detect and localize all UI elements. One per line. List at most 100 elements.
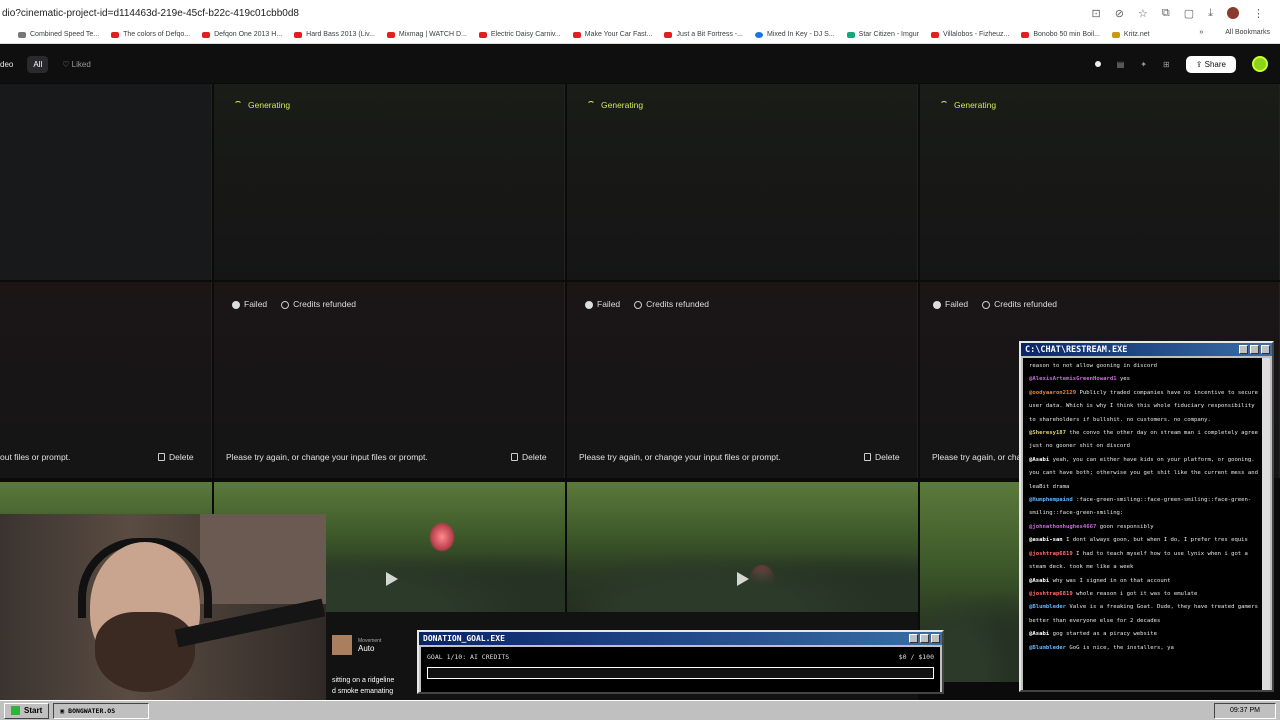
video-card-failed[interactable]: Failed Credits refunded Please try again… bbox=[567, 282, 918, 478]
close-icon[interactable] bbox=[931, 634, 940, 643]
chat-message: @asabi-san I dont always goon, but when … bbox=[1029, 534, 1260, 547]
profile-avatar[interactable] bbox=[1227, 7, 1239, 19]
play-icon[interactable] bbox=[386, 572, 398, 586]
prompt-caption: sitting on a ridgeline d smoke emanating bbox=[332, 677, 395, 695]
delete-button[interactable]: Delete bbox=[511, 452, 547, 462]
taskbar-item[interactable]: ▣ BONGWATER.OS bbox=[53, 702, 150, 719]
bookmark-item[interactable]: Hard Bass 2013 (Liv... bbox=[294, 31, 375, 38]
share-button[interactable]: ⇪ Share bbox=[1185, 55, 1236, 73]
bookmark-item[interactable]: Combined Speed Te... bbox=[18, 31, 99, 38]
youtube-icon bbox=[930, 31, 939, 38]
chat-message: @oodyaaron2129 Publicly traded companies… bbox=[1029, 387, 1260, 427]
bookmark-item[interactable]: Mixed In Key - DJ S... bbox=[754, 31, 835, 38]
eye-off-icon[interactable]: ⊘ bbox=[1115, 7, 1124, 20]
install-icon[interactable]: ⊡ bbox=[1092, 7, 1101, 20]
bookmarks-bar: Combined Speed Te... The colors of Defqo… bbox=[0, 26, 1280, 44]
chat-text: yeah, you can either have kids on your p… bbox=[1029, 456, 1259, 490]
minimize-icon[interactable] bbox=[909, 634, 918, 643]
bookmark-item[interactable]: Bonobo 50 min Boil... bbox=[1021, 31, 1100, 38]
chat-window: C:\CHAT\RESTREAM.EXE reason to not allow… bbox=[1019, 341, 1274, 692]
windows-logo-icon bbox=[11, 706, 20, 715]
bookmark-item[interactable]: The colors of Defqo... bbox=[111, 31, 190, 38]
album-art bbox=[332, 635, 352, 655]
video-card-failed[interactable]: out files or prompt. Delete bbox=[0, 282, 212, 478]
taskbar: Start ▣ BONGWATER.OS 09:37 PM bbox=[0, 700, 1280, 720]
video-card-failed[interactable]: Failed Credits refunded Please try again… bbox=[214, 282, 565, 478]
tab-liked[interactable]: ♡ Liked bbox=[62, 60, 91, 69]
chat-message: @Sheresy187 the convo the other day on s… bbox=[1029, 427, 1260, 454]
delete-button[interactable]: Delete bbox=[158, 452, 194, 462]
app-icon: ▣ bbox=[60, 706, 65, 715]
delete-button[interactable]: Delete bbox=[864, 452, 900, 462]
more-bookmarks-icon[interactable]: » bbox=[1199, 29, 1203, 36]
generating-status: Generating bbox=[234, 100, 290, 110]
youtube-icon bbox=[294, 31, 303, 38]
error-icon bbox=[232, 300, 240, 309]
minimize-icon[interactable] bbox=[1239, 345, 1248, 354]
start-button[interactable]: Start bbox=[4, 702, 50, 719]
youtube-icon bbox=[664, 31, 673, 38]
chat-message: @Blumbleder Valve is a freaking Goat. Du… bbox=[1029, 601, 1260, 628]
chat-message: @AlexisArtemisGreenHoward1 yes bbox=[1029, 373, 1260, 386]
chat-message: @Asabi why was I signed in on that accou… bbox=[1029, 575, 1260, 588]
chat-username: @Sheresy187 bbox=[1029, 430, 1067, 437]
chat-username: @oodyaaron2129 bbox=[1029, 389, 1077, 396]
grid-small-icon[interactable]: ▤ bbox=[1117, 60, 1125, 69]
chat-message: @Humphempaind :face-green-smiling::face-… bbox=[1029, 494, 1260, 521]
video-card[interactable]: Generating bbox=[920, 84, 1280, 280]
spinner-icon bbox=[234, 101, 242, 109]
bookmark-item[interactable]: Star Citizen - Imgur bbox=[846, 31, 919, 38]
play-icon[interactable] bbox=[737, 572, 749, 586]
failure-status: Failed Credits refunded bbox=[585, 299, 709, 309]
retry-message: out files or prompt. bbox=[0, 452, 71, 462]
bookmark-item[interactable]: Defqon One 2013 H... bbox=[202, 31, 282, 38]
tab-all[interactable]: All bbox=[27, 55, 49, 73]
grid-icon[interactable]: ⊞ bbox=[1163, 60, 1170, 69]
browser-address-bar[interactable]: dio?cinematic-project-id=d114463d-219e-4… bbox=[0, 0, 1280, 26]
bookmark-favicon-icon bbox=[1111, 31, 1120, 38]
chat-text: gog started as a piracy website bbox=[1052, 631, 1157, 638]
close-icon[interactable] bbox=[1261, 345, 1270, 354]
donation-progress-bar bbox=[427, 667, 934, 679]
star-icon[interactable]: ☆ bbox=[1138, 7, 1148, 20]
user-avatar[interactable] bbox=[1252, 56, 1268, 72]
extensions-icon[interactable]: ⧉ bbox=[1162, 7, 1170, 20]
chat-username: @joshtrap6819 bbox=[1029, 590, 1073, 597]
imgur-icon bbox=[846, 31, 855, 38]
tab-search-icon[interactable]: ▢ bbox=[1184, 7, 1194, 20]
bookmark-item[interactable]: Villalobos - Fizheuz... bbox=[930, 31, 1009, 38]
bookmark-item[interactable]: Just a Bit Fortress -... bbox=[664, 31, 743, 38]
url-text[interactable]: dio?cinematic-project-id=d114463d-219e-4… bbox=[2, 8, 1092, 19]
globe-icon bbox=[754, 31, 763, 38]
bookmark-item[interactable]: Electric Daisy Carniv... bbox=[478, 31, 561, 38]
retry-message: Please try again, or chan bbox=[932, 452, 1027, 462]
bookmark-item[interactable]: Mixmag | WATCH D... bbox=[386, 31, 467, 38]
chat-username: @joshtrap6819 bbox=[1029, 550, 1073, 557]
menu-icon[interactable]: ⋮ bbox=[1253, 7, 1264, 20]
download-icon[interactable]: ⤓ bbox=[1208, 7, 1213, 20]
video-card[interactable]: Generating bbox=[567, 84, 918, 280]
chat-text: yes bbox=[1119, 376, 1131, 383]
video-thumbnail[interactable] bbox=[567, 482, 918, 612]
chat-username: @Asabi bbox=[1029, 577, 1050, 584]
bookmark-item[interactable]: Kritz.net bbox=[1111, 31, 1150, 38]
taskbar-clock: 09:37 PM bbox=[1214, 702, 1276, 719]
trash-icon bbox=[511, 453, 518, 461]
now-playing-widget: Movement Auto bbox=[332, 630, 418, 660]
sparkle-icon[interactable]: ✦ bbox=[1140, 60, 1147, 69]
chat-message: @Asabi gog started as a piracy website bbox=[1029, 628, 1260, 641]
retry-message: Please try again, or change your input f… bbox=[579, 452, 781, 462]
chat-messages: reason to not allow gooning in discord @A… bbox=[1023, 358, 1270, 690]
bookmark-item[interactable]: Make Your Car Fast... bbox=[572, 31, 652, 38]
chat-username: @asabi-san bbox=[1029, 537, 1063, 544]
chat-text: whole reason i got it was to emulate bbox=[1076, 590, 1198, 597]
now-playing-track: Auto bbox=[358, 643, 375, 653]
page-title-truncated: deo bbox=[0, 59, 14, 69]
all-bookmarks[interactable]: All Bookmarks bbox=[1225, 29, 1270, 36]
error-icon bbox=[585, 300, 593, 309]
chat-scrollbar[interactable] bbox=[1262, 358, 1270, 690]
maximize-icon[interactable] bbox=[920, 634, 929, 643]
maximize-icon[interactable] bbox=[1250, 345, 1259, 354]
video-card[interactable] bbox=[0, 84, 212, 280]
video-card[interactable]: Generating bbox=[214, 84, 565, 280]
